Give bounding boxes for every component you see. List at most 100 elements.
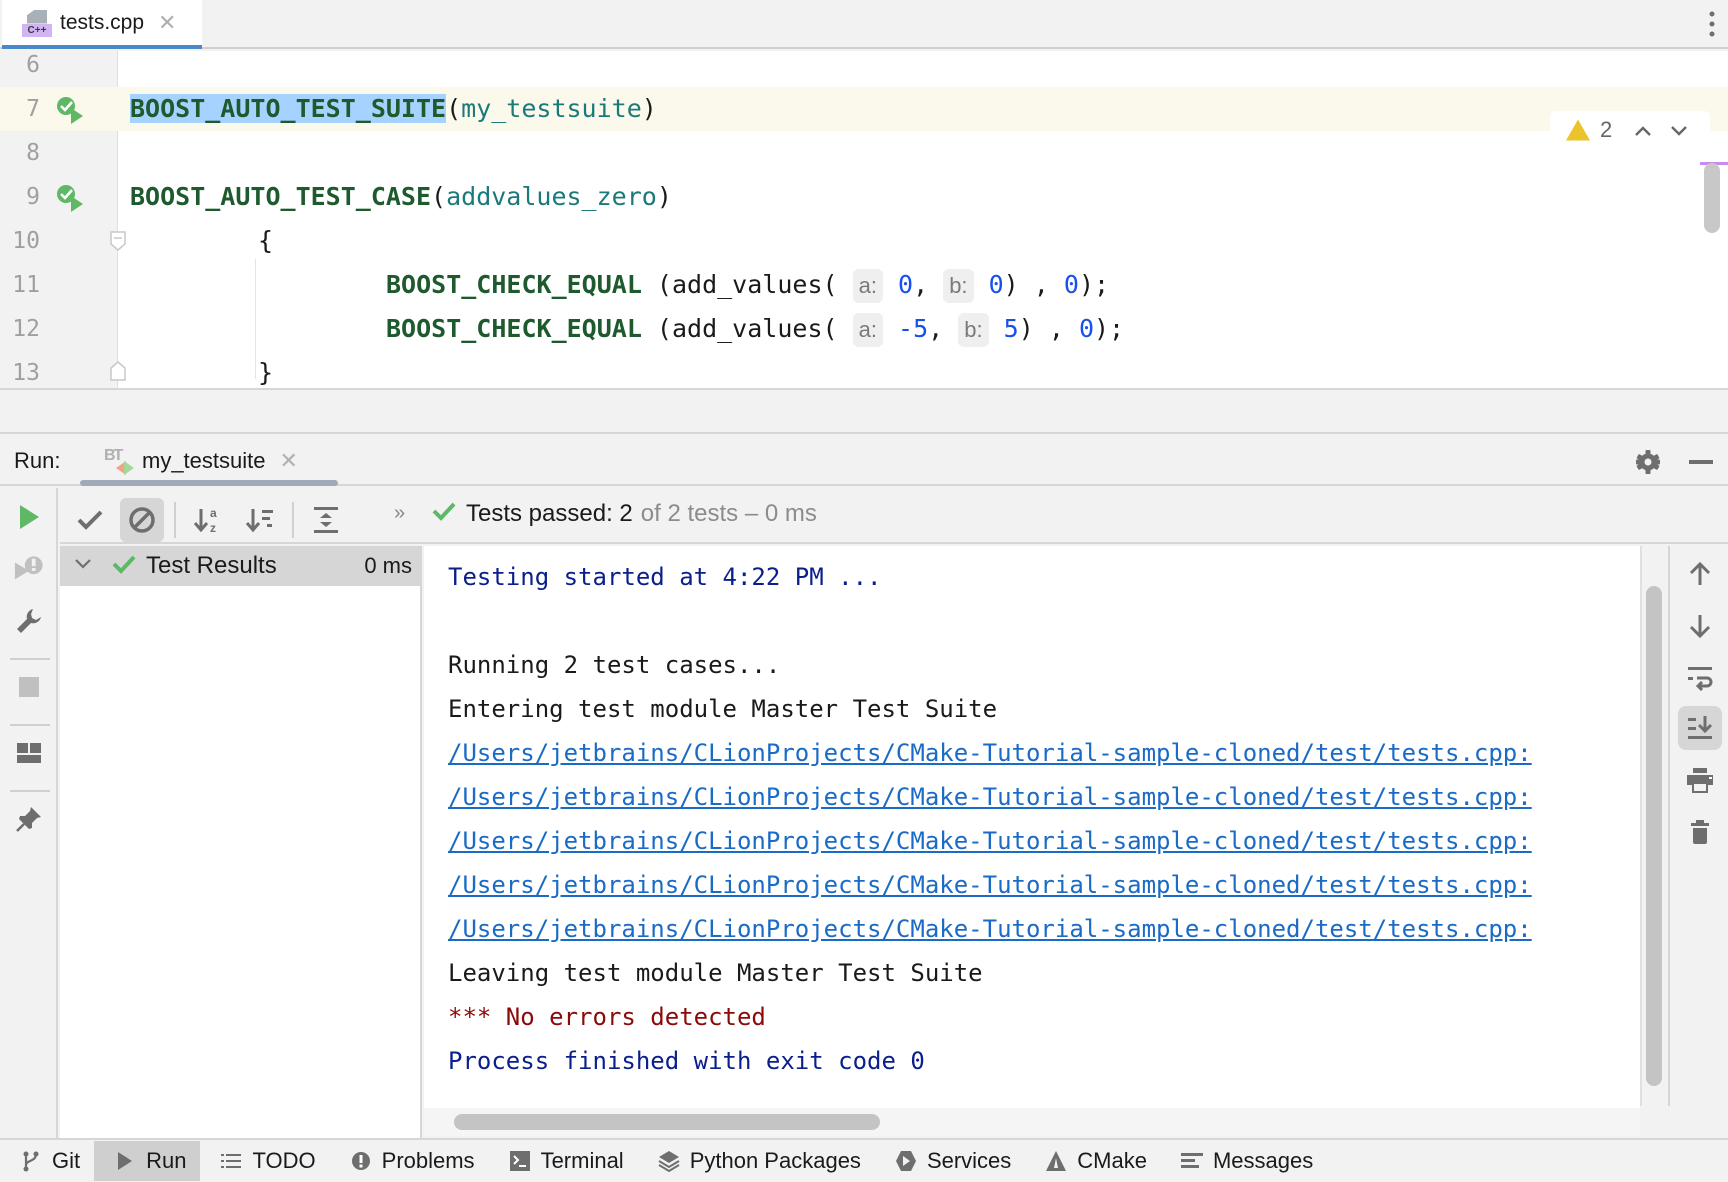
expand-chevron-icon[interactable] [74,557,92,575]
tests-passed-check-icon [432,500,456,528]
sort-alphabetically-icon[interactable]: az [186,498,230,542]
close-run-tab-icon[interactable]: ✕ [280,448,298,474]
cpp-file-icon: C++ [22,8,52,38]
parameter-hint-b: b: [943,269,974,303]
tool-terminal[interactable]: Terminal [489,1141,638,1181]
down-arrow-icon[interactable] [1678,604,1722,648]
show-passed-icon[interactable] [68,498,112,542]
console-line: Leaving test module Master Test Suite [448,959,983,987]
tool-problems[interactable]: Problems [330,1141,489,1181]
paren: ) [656,182,672,211]
console-line: Testing started at 4:22 PM ... [448,563,882,591]
tool-label: Services [926,1148,1012,1173]
code-line-13: 13 } [0,351,1728,388]
macro-test-suite: BOOST_AUTO_TEST_SUITE [130,94,447,123]
toolbar-separator [10,724,50,726]
run-config-tab[interactable]: BT my_testsuite ✕ [78,436,338,486]
settings-gear-icon[interactable] [1634,448,1662,476]
console-file-link[interactable]: /Users/jetbrains/CLionProjects/CMake-Tut… [448,775,1532,819]
code-line-8: 8 [0,131,1728,175]
more-actions-chevron-icon[interactable]: » [394,502,405,525]
fold-collapse-icon[interactable] [110,231,126,251]
run-test-case-gutter-icon[interactable] [55,184,85,212]
line-number: 13 [12,360,40,386]
tool-services[interactable]: Services [875,1141,1025,1181]
tab-options-menu-icon[interactable] [1708,10,1716,38]
editor-tab-tests-cpp[interactable]: C++ tests.cpp ✕ [2,0,202,49]
fold-end-icon[interactable] [110,361,126,381]
svg-text:a: a [210,506,217,520]
console-file-link[interactable]: /Users/jetbrains/CLionProjects/CMake-Tut… [448,863,1532,907]
sort-by-duration-icon[interactable] [238,498,282,542]
rerun-failed-tests-icon[interactable] [14,554,44,584]
parameter-hint-b: b: [958,313,989,347]
console-output[interactable]: Testing started at 4:22 PM ... Running 2… [424,546,1640,1108]
tree-node-label: Test Results [146,552,277,579]
expand-collapse-all-icon[interactable] [304,498,348,542]
tests-summary-detail: of 2 tests – 0 ms [640,500,817,527]
warning-icon [1566,119,1590,141]
console-vertical-scrollbar[interactable] [1646,586,1662,1086]
editor-tab-label: tests.cpp [60,10,145,34]
show-ignored-icon[interactable] [120,498,164,542]
stop-icon[interactable] [14,672,44,702]
console-horizontal-scrollbar[interactable] [454,1114,880,1130]
close-tab-icon[interactable]: ✕ [158,10,176,36]
tool-python-packages[interactable]: Python Packages [638,1141,875,1181]
warning-count: 2 [1600,117,1613,142]
cmake-icon [1045,1150,1067,1172]
editor-vertical-scrollbar[interactable] [1704,163,1720,233]
clear-all-trash-icon[interactable] [1678,810,1722,854]
soft-wrap-icon[interactable] [1678,656,1722,700]
next-highlight-icon[interactable] [1670,117,1688,143]
tool-git[interactable]: Git [0,1141,94,1181]
pin-tab-icon[interactable] [14,804,44,834]
console-file-link[interactable]: /Users/jetbrains/CLionProjects/CMake-Tut… [448,731,1532,775]
run-tool-window-header: Run: BT my_testsuite ✕ [0,436,1728,486]
git-branch-icon [20,1150,42,1172]
edit-configuration-wrench-icon[interactable] [14,606,44,636]
passed-check-icon [112,554,136,579]
toolbar-separator [174,502,176,538]
tool-messages[interactable]: Messages [1161,1141,1327,1181]
layout-icon[interactable] [14,738,44,768]
code-line-10: 10 { [0,219,1728,263]
previous-highlight-icon[interactable] [1634,117,1652,143]
line-number: 6 [26,52,40,78]
run-label: Run: [14,448,61,473]
run-config-tab-label: my_testsuite [142,448,266,473]
rerun-icon[interactable] [14,502,44,532]
print-icon[interactable] [1678,758,1722,802]
line-number: 12 [12,316,40,342]
code-line-6: 6 [0,51,1728,87]
test-case-name: addvalues_zero [446,182,657,211]
tool-label: Python Packages [689,1148,861,1173]
hide-panel-icon[interactable] [1688,448,1716,476]
panel-splitter[interactable] [0,388,1728,434]
run-test-suite-gutter-icon[interactable] [55,96,85,124]
editor-tab-bar: C++ tests.cpp ✕ [0,0,1728,49]
paren: ( [446,94,462,123]
console-line: *** No errors detected [448,1003,766,1031]
code-line-7: 7 BOOST_AUTO_TEST_SUITE(my_testsuite) [0,87,1728,131]
console-file-link[interactable]: /Users/jetbrains/CLionProjects/CMake-Tut… [448,907,1532,951]
code-line-11: 11 BOOST_CHECK_EQUAL (add_values( a: 0, … [0,263,1728,307]
up-arrow-icon[interactable] [1678,552,1722,596]
suite-name: my_testsuite [461,94,642,123]
console-file-link[interactable]: /Users/jetbrains/CLionProjects/CMake-Tut… [448,819,1532,863]
code-editor[interactable]: 6 7 BOOST_AUTO_TEST_SUITE(my_testsuite) … [0,51,1728,388]
tool-label: CMake [1077,1148,1147,1173]
inspection-widget[interactable]: 2 [1550,111,1710,149]
line-number: 9 [26,184,40,210]
tool-todo[interactable]: TODO [200,1141,329,1181]
paren: ) [641,94,657,123]
run-icon [114,1150,136,1172]
tests-passed-label: Tests passed: 2 [466,500,633,527]
parameter-hint-a: a: [852,269,883,303]
tree-row-test-results[interactable]: Test Results 0 ms [60,546,422,586]
scroll-to-end-icon[interactable] [1678,706,1722,750]
tool-window-bar: Git Run TODO Problems Terminal Python Pa… [0,1138,1728,1182]
tool-cmake[interactable]: CMake [1025,1141,1161,1181]
macro-test-case: BOOST_AUTO_TEST_CASE [130,182,432,211]
tool-run[interactable]: Run [94,1141,201,1181]
